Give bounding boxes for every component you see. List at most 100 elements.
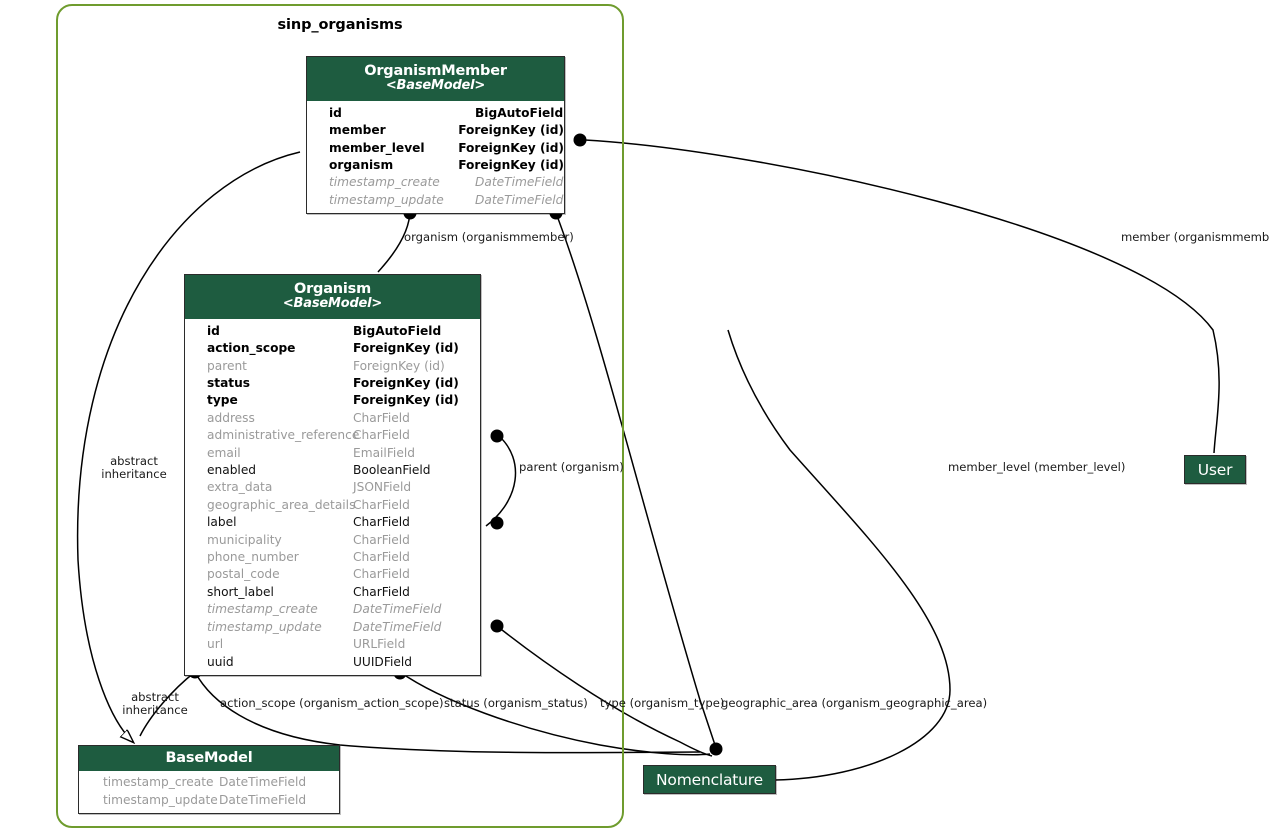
edge-label-member-organismmember: member (organismmember) <box>1121 230 1269 244</box>
field-type: EmailField <box>353 445 415 460</box>
field-row: extra_data JSONField <box>185 479 480 496</box>
field-name: type <box>207 393 238 408</box>
edge-label-member-level: member_level (member_level) <box>948 460 1126 474</box>
field-type: BigAutoField <box>353 323 442 338</box>
field-row: timestamp_create DateTimeField <box>307 174 564 191</box>
node-nomenclature[interactable]: Nomenclature <box>643 765 776 794</box>
field-row: timestamp_create DateTimeField <box>185 601 480 618</box>
field-name: organism <box>329 158 394 172</box>
field-row: type ForeignKey (id) <box>185 392 480 409</box>
model-header-organismmember: OrganismMember <BaseModel> <box>307 57 564 101</box>
field-name: timestamp_update <box>207 619 322 634</box>
field-name: short_label <box>207 584 274 599</box>
edge-label-abstract-inheritance-left: abstract inheritance <box>99 455 169 481</box>
field-row: timestamp_update DateTimeField <box>79 792 339 809</box>
model-basetype-organismmember: <BaseModel> <box>385 78 486 94</box>
model-fields-organism: id BigAutoField action_scope ForeignKey … <box>185 319 480 675</box>
field-name: uuid <box>207 654 234 669</box>
node-user[interactable]: User <box>1184 455 1246 484</box>
model-title-organism: Organism <box>293 281 372 297</box>
field-name: status <box>207 376 251 390</box>
field-row: member ForeignKey (id) <box>307 122 564 139</box>
field-row: administrative_reference CharField <box>185 427 480 444</box>
field-row: short_label CharField <box>185 584 480 601</box>
field-type: CharField <box>353 497 410 512</box>
field-row: timestamp_update DateTimeField <box>185 619 480 636</box>
field-row: id BigAutoField <box>307 105 564 122</box>
field-type: ForeignKey (id) <box>458 158 564 172</box>
field-name: timestamp_create <box>103 775 214 790</box>
field-row: action_scope ForeignKey (id) <box>185 340 480 357</box>
field-name: member <box>329 123 386 138</box>
field-name: member_level <box>329 140 425 155</box>
field-type: BigAutoField <box>475 105 564 120</box>
field-name: timestamp_create <box>207 602 318 617</box>
field-row: url URLField <box>185 636 480 653</box>
model-fields-basemodel: timestamp_create DateTimeField timestamp… <box>79 771 339 813</box>
field-type: ForeignKey (id) <box>353 376 459 390</box>
model-organismmember[interactable]: OrganismMember <BaseModel> id BigAutoFie… <box>306 56 565 215</box>
field-row: member_level ForeignKey (id) <box>307 140 564 157</box>
field-row: uuid UUIDField <box>185 654 480 671</box>
edge-label-organism-organismmember: organism (organismmember) <box>404 230 574 244</box>
cluster-title: sinp_organisms <box>277 17 403 33</box>
field-type: UUIDField <box>353 654 412 669</box>
field-type: CharField <box>353 428 410 443</box>
field-row: address CharField <box>185 410 480 427</box>
field-type: DateTimeField <box>219 775 307 790</box>
model-title-organismmember: OrganismMember <box>364 63 507 79</box>
field-name: enabled <box>207 463 257 478</box>
field-row: enabled BooleanField <box>185 462 480 479</box>
field-row: id BigAutoField <box>185 323 480 340</box>
field-name: id <box>207 323 220 338</box>
edge-geographic-area <box>727 329 951 781</box>
field-row: geographic_area_details CharField <box>185 497 480 514</box>
field-type: CharField <box>353 550 410 565</box>
field-type: DateTimeField <box>353 602 442 617</box>
field-name: email <box>207 445 241 460</box>
field-row: timestamp_create DateTimeField <box>79 774 339 791</box>
field-name: postal_code <box>207 567 280 582</box>
edge-label-parent-organism: parent (organism) <box>519 460 624 474</box>
field-type: JSONField <box>353 480 412 495</box>
field-row: parent ForeignKey (id) <box>185 358 480 375</box>
field-type: ForeignKey (id) <box>458 140 564 155</box>
edge-label-type: type (organism_type) <box>600 696 725 710</box>
field-name: action_scope <box>207 341 296 356</box>
edge-label-line2: inheritance <box>122 703 188 717</box>
field-type: ForeignKey (id) <box>458 123 564 138</box>
field-name: url <box>207 637 224 652</box>
field-row: municipality CharField <box>185 532 480 549</box>
field-type: URLField <box>353 637 406 652</box>
model-basetype-organism: <BaseModel> <box>282 296 383 312</box>
edge-label-abstract-inheritance-bottom: abstract inheritance <box>119 691 191 717</box>
field-type: DateTimeField <box>353 619 442 634</box>
model-header-organism: Organism <BaseModel> <box>185 275 480 319</box>
model-title-basemodel: BaseModel <box>165 750 253 766</box>
field-type: ForeignKey (id) <box>353 358 445 373</box>
field-row: timestamp_update DateTimeField <box>307 192 564 209</box>
model-basemodel[interactable]: BaseModel timestamp_create DateTimeField… <box>78 745 340 815</box>
node-nomenclature-label: Nomenclature <box>656 770 763 789</box>
field-type: ForeignKey (id) <box>353 393 459 408</box>
field-row: status ForeignKey (id) <box>185 375 480 392</box>
field-name: address <box>207 410 255 425</box>
field-type: CharField <box>353 584 410 599</box>
field-type: ForeignKey (id) <box>353 341 459 356</box>
field-row: phone_number CharField <box>185 549 480 566</box>
field-name: label <box>207 515 237 530</box>
field-name: timestamp_update <box>329 192 444 207</box>
model-fields-organismmember: id BigAutoField member ForeignKey (id) m… <box>307 101 564 213</box>
model-organism[interactable]: Organism <BaseModel> id BigAutoField act… <box>184 274 481 676</box>
field-type: CharField <box>353 532 410 547</box>
field-name: parent <box>207 358 247 373</box>
edge-member-organismmember <box>584 139 1220 454</box>
field-name: timestamp_create <box>329 175 440 190</box>
field-row: email EmailField <box>185 445 480 462</box>
node-user-label: User <box>1197 460 1233 479</box>
field-type: DateTimeField <box>219 792 307 807</box>
field-name: geographic_area_details <box>207 497 356 512</box>
field-name: municipality <box>207 532 282 547</box>
field-type: BooleanField <box>353 463 431 478</box>
edge-label-status: status (organism_status) <box>444 696 588 710</box>
